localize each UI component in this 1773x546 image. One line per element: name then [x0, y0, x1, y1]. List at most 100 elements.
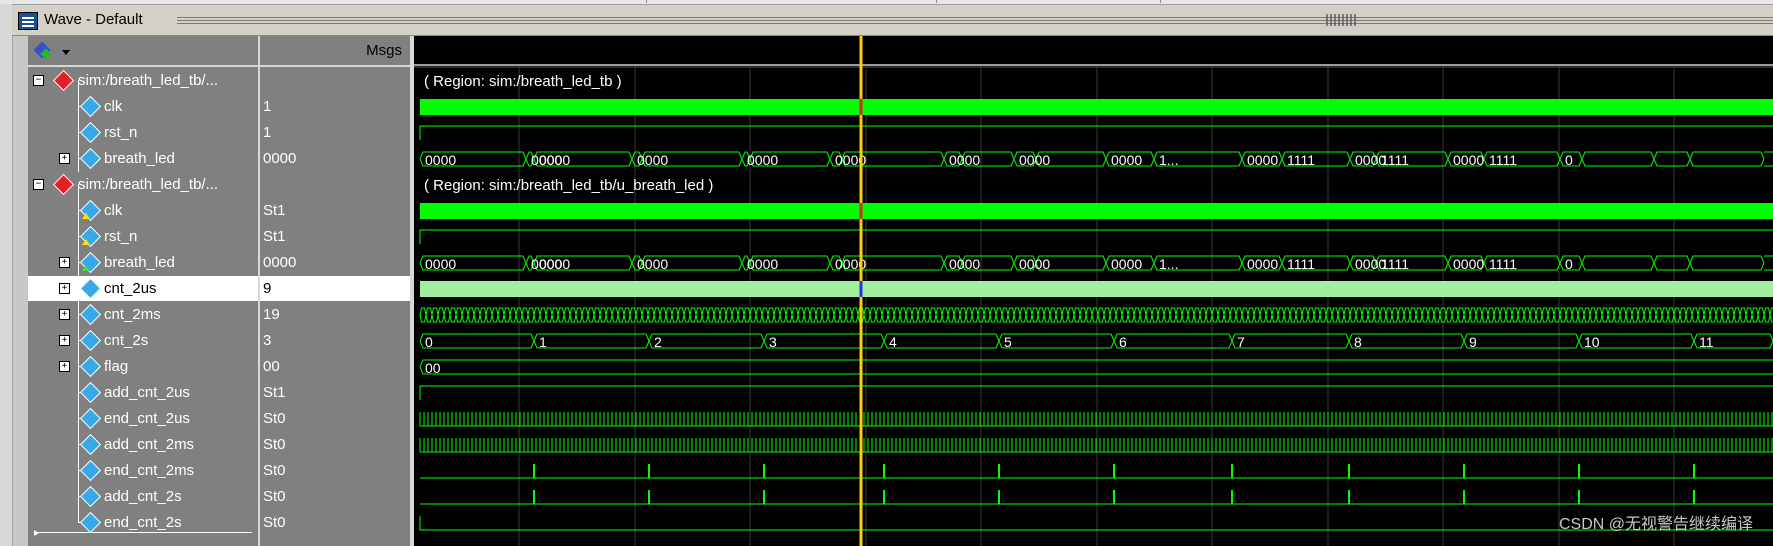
bus-segment	[1231, 333, 1350, 349]
signal-row[interactable]: + cnt_2us	[28, 276, 258, 302]
timeline-header[interactable]	[414, 36, 1773, 66]
bus-value-label: 0000	[1019, 152, 1050, 168]
dense-bus-segment	[851, 307, 859, 323]
dense-bus-segment	[1667, 307, 1675, 323]
dense-bus-segment	[1571, 307, 1579, 323]
signal-group-row[interactable]: − sim:/breath_led_tb/...	[28, 172, 258, 198]
bus-value-label: 0000	[1453, 256, 1484, 272]
tree-line	[78, 406, 79, 432]
signal-name: add_cnt_2s	[104, 488, 182, 505]
titlebar-drag-handle[interactable]	[1326, 14, 1356, 26]
dense-bus-segment	[689, 307, 697, 323]
signal-value-row[interactable]	[260, 68, 410, 93]
signal-row[interactable]: + breath_led	[28, 250, 258, 276]
signal-value-pane[interactable]: Msgs 1 1 0000 St1 St1 0000 9 19 3 00 St1 St0 St0 St0 S…	[260, 36, 414, 546]
dense-bus-segment	[623, 307, 631, 323]
signal-value-row[interactable]: St0	[260, 484, 410, 509]
signal-row[interactable]: + flag	[28, 354, 258, 380]
bus-value-label: 0	[1565, 256, 1573, 272]
instance-name: sim:/breath_led_tb/...	[78, 72, 219, 89]
signal-value-row[interactable]: St1	[260, 380, 410, 405]
dense-bus-segment	[1613, 307, 1621, 323]
signal-row[interactable]: add_cnt_2ms	[28, 432, 258, 458]
dense-bus-segment	[1223, 307, 1231, 323]
signal-row[interactable]: + cnt_2ms	[28, 302, 258, 328]
input-port-icon	[82, 239, 90, 245]
dense-bus-segment	[1373, 307, 1381, 323]
signal-value-row[interactable]	[260, 172, 410, 197]
wave-window-titlebar[interactable]: Wave - Default	[12, 5, 1773, 36]
dense-bus-segment	[767, 307, 775, 323]
dense-bus-segment	[713, 307, 721, 323]
wave-format-icon[interactable]	[34, 41, 56, 61]
signal-group-row[interactable]: − sim:/breath_led_tb/...	[28, 68, 258, 94]
signal-icon	[79, 407, 102, 430]
signal-row[interactable]: + breath_led	[28, 146, 258, 172]
signal-icon	[79, 147, 102, 170]
window-tab[interactable]	[936, 0, 1161, 3]
bus-value-label: 9	[1469, 334, 1477, 350]
signal-name-header	[28, 36, 258, 67]
dense-bus-segment	[1643, 307, 1651, 323]
signal-value-row[interactable]: 1	[260, 94, 410, 119]
bus-segment	[1653, 151, 1691, 167]
horizontal-scrollbar[interactable]	[34, 532, 252, 533]
signal-value-row[interactable]: St0	[260, 432, 410, 457]
signal-value-row[interactable]: St0	[260, 406, 410, 431]
expand-icon[interactable]: +	[59, 361, 70, 372]
bus-value-label: 0	[425, 334, 433, 350]
bus-value-label: 1111	[1381, 256, 1409, 272]
expand-icon[interactable]: +	[59, 335, 70, 346]
signal-value-row[interactable]: 00	[260, 354, 410, 379]
waveform-pane[interactable]: ( Region: sim:/breath_led_tb ) ( Region: …	[414, 36, 1773, 546]
bus-value-label: 0000	[539, 152, 570, 168]
bus-value-label: 11	[1699, 334, 1714, 350]
expand-icon[interactable]: +	[59, 283, 70, 294]
signal-name-pane[interactable]: − sim:/breath_led_tb/... clk rst_n + breath_l…	[28, 36, 260, 546]
signal-row[interactable]: clk	[28, 94, 258, 120]
dense-bus-segment	[809, 307, 817, 323]
dense-bus-segment	[563, 307, 571, 323]
signal-value-row[interactable]: 1	[260, 120, 410, 145]
signal-row[interactable]: + cnt_2s	[28, 328, 258, 354]
signal-value-row[interactable]: 0000	[260, 250, 410, 275]
dense-bus-segment	[1721, 307, 1729, 323]
expand-icon[interactable]: +	[59, 153, 70, 164]
dense-bus-segment	[821, 307, 829, 323]
dense-bus-segment	[1121, 307, 1129, 323]
window-tab[interactable]	[0, 0, 647, 3]
dense-bus-segment	[773, 307, 781, 323]
expand-icon[interactable]: +	[59, 257, 70, 268]
signal-row[interactable]: clk	[28, 198, 258, 224]
signal-value-row[interactable]: St0	[260, 510, 410, 535]
signal-value-row[interactable]: 3	[260, 328, 410, 353]
expand-icon[interactable]: +	[59, 309, 70, 320]
signal-value-row[interactable]: 9	[260, 276, 410, 301]
signal-value-row[interactable]: 0000	[260, 146, 410, 171]
signal-row[interactable]: end_cnt_2ms	[28, 458, 258, 484]
signal-row[interactable]: end_cnt_2us	[28, 406, 258, 432]
dense-bus-segment	[617, 307, 625, 323]
dense-bus-segment	[1283, 307, 1291, 323]
signal-row[interactable]: rst_n	[28, 224, 258, 250]
signal-value-row[interactable]: 19	[260, 302, 410, 327]
bus-value-label: 0	[1565, 152, 1573, 168]
collapse-icon[interactable]: −	[33, 179, 44, 190]
signal-value-row[interactable]: St1	[260, 198, 410, 223]
dense-bus-segment	[923, 307, 931, 323]
window-tab[interactable]	[646, 0, 937, 3]
bus-segment	[883, 333, 1000, 349]
signal-row[interactable]: rst_n	[28, 120, 258, 146]
dense-bus-segment	[1331, 307, 1339, 323]
signal-row[interactable]: add_cnt_2s	[28, 484, 258, 510]
titlebar-grip[interactable]	[177, 16, 1773, 24]
signal-value: 3	[263, 332, 272, 349]
waveform-canvas[interactable]: ( Region: sim:/breath_led_tb ) ( Region: …	[414, 36, 1773, 546]
signal-value-row[interactable]: St1	[260, 224, 410, 249]
signal-value: St0	[263, 436, 286, 453]
chevron-down-icon[interactable]	[62, 50, 70, 55]
scroll-left-arrow-icon[interactable]	[34, 530, 39, 536]
signal-value-row[interactable]: St0	[260, 458, 410, 483]
collapse-icon[interactable]: −	[33, 75, 44, 86]
signal-row[interactable]: add_cnt_2us	[28, 380, 258, 406]
